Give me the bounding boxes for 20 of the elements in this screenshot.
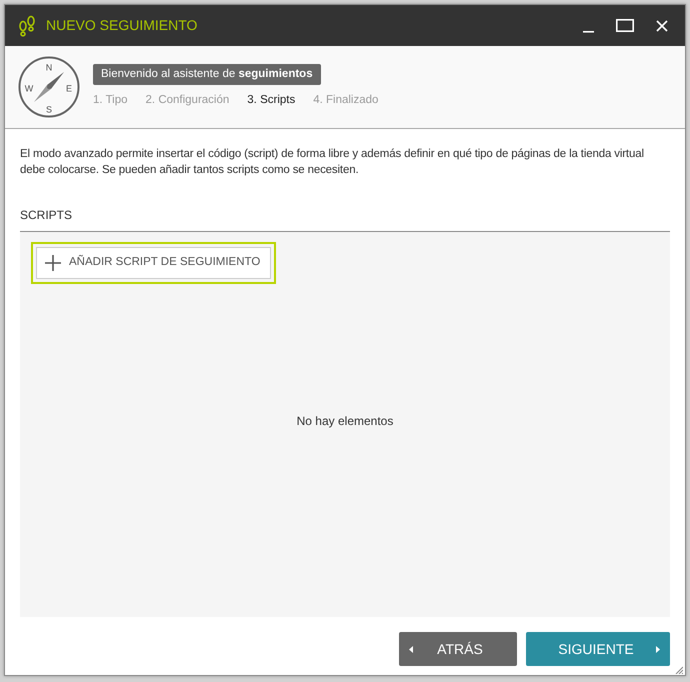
close-icon bbox=[656, 20, 668, 32]
empty-message: No hay elementos bbox=[296, 412, 394, 430]
plus-icon bbox=[45, 255, 61, 271]
minimize-icon bbox=[582, 30, 594, 32]
wizard-step: 1. Tipo bbox=[93, 92, 128, 110]
footprints-icon bbox=[18, 14, 36, 36]
description-text: El modo avanzado permite insertar el código (script) de forma libre y además definir en qué tipo de páginas de la tienda virtual debe colocarse. Se pueden añadir tantos scripts como se necesiten. bbox=[20, 147, 645, 178]
section-title: SCRIPTS bbox=[20, 207, 72, 224]
wizard-step: 2. Configuración bbox=[146, 92, 230, 110]
wizard-step: 4. Finalizado bbox=[313, 92, 378, 110]
maximize-icon bbox=[616, 19, 634, 32]
welcome-banner: Bienvenido al asistente de seguimientos bbox=[93, 64, 321, 86]
wizard-step: 3. Scripts bbox=[247, 92, 296, 110]
back-button[interactable]: ATRÁS bbox=[399, 632, 517, 666]
compass-icon: N E S W bbox=[18, 56, 80, 118]
caret-right-icon bbox=[656, 646, 660, 652]
next-button[interactable]: SIGUIENTE bbox=[526, 632, 670, 666]
caret-left-icon bbox=[409, 646, 413, 652]
add-script-button[interactable]: AÑADIR SCRIPT DE SEGUIMIENTO bbox=[36, 247, 272, 279]
window-title: NUEVO SEGUIMIENTO bbox=[46, 16, 198, 35]
